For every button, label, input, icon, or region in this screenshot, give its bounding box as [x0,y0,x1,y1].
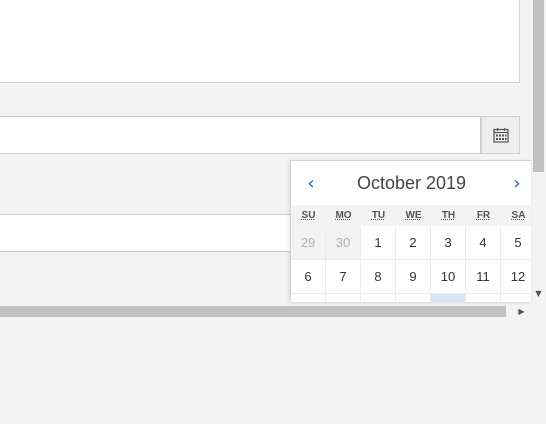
weekday-label: WE [405,210,422,221]
calendar-day[interactable]: 8 [361,260,396,294]
calendar-day[interactable]: 4 [466,226,501,260]
calendar-day[interactable]: 7 [326,260,361,294]
calendar-day-selected[interactable]: 17 [431,294,466,302]
calendar-day[interactable]: 13 [291,294,326,302]
vertical-scrollbar-thumb[interactable] [533,0,544,172]
horizontal-scrollbar-thumb[interactable] [0,306,506,317]
calendar-day[interactable]: 15 [361,294,396,302]
textarea-field[interactable] [0,0,520,83]
calendar-button[interactable] [481,116,520,154]
weekday-label: FR [476,210,491,221]
calendar-week-row: 13141516171819 [291,294,531,302]
calendar-day[interactable]: 18 [466,294,501,302]
weekday-label: TH [441,210,456,221]
calendar-week-row: 29 30 1 2 3 4 5 [291,226,531,260]
calendar-day[interactable]: 2 [396,226,431,260]
weekday-label: TU [371,210,386,221]
weekday-label: SU [301,210,316,221]
calendar-day[interactable]: 11 [466,260,501,294]
chevron-right-icon[interactable]: › [505,171,529,195]
weekday-header-row: SU MO TU WE TH FR SA [291,205,531,226]
arrow-right-icon[interactable]: ▶ [514,304,529,319]
calendar-icon [492,127,509,143]
date-input[interactable] [0,116,481,154]
calendar-day[interactable]: 16 [396,294,431,302]
date-picker-header: October 2019 ‹ › [291,161,531,205]
calendar-day[interactable]: 6 [291,260,326,294]
calendar-day[interactable]: 30 [326,226,361,260]
calendar-day[interactable]: 9 [396,260,431,294]
month-title[interactable]: October 2019 [291,161,531,205]
calendar-day[interactable]: 19 [501,294,531,302]
calendar-day[interactable]: 10 [431,260,466,294]
calendar-day[interactable]: 3 [431,226,466,260]
calendar-day[interactable]: 12 [501,260,531,294]
calendar-day[interactable]: 5 [501,226,531,260]
calendar-day[interactable]: 14 [326,294,361,302]
text-input[interactable] [0,214,298,252]
weekday-label: MO [335,210,352,221]
arrow-down-icon[interactable]: ▼ [531,286,546,300]
chevron-left-icon[interactable]: ‹ [299,171,323,195]
date-picker-popup: October 2019 ‹ › SU MO TU WE TH FR SA 29… [290,160,531,302]
calendar-day[interactable]: 29 [291,226,326,260]
calendar-week-row: 6 7 8 9 10 11 12 [291,260,531,294]
calendar-day[interactable]: 1 [361,226,396,260]
weekday-label: SA [511,210,526,221]
